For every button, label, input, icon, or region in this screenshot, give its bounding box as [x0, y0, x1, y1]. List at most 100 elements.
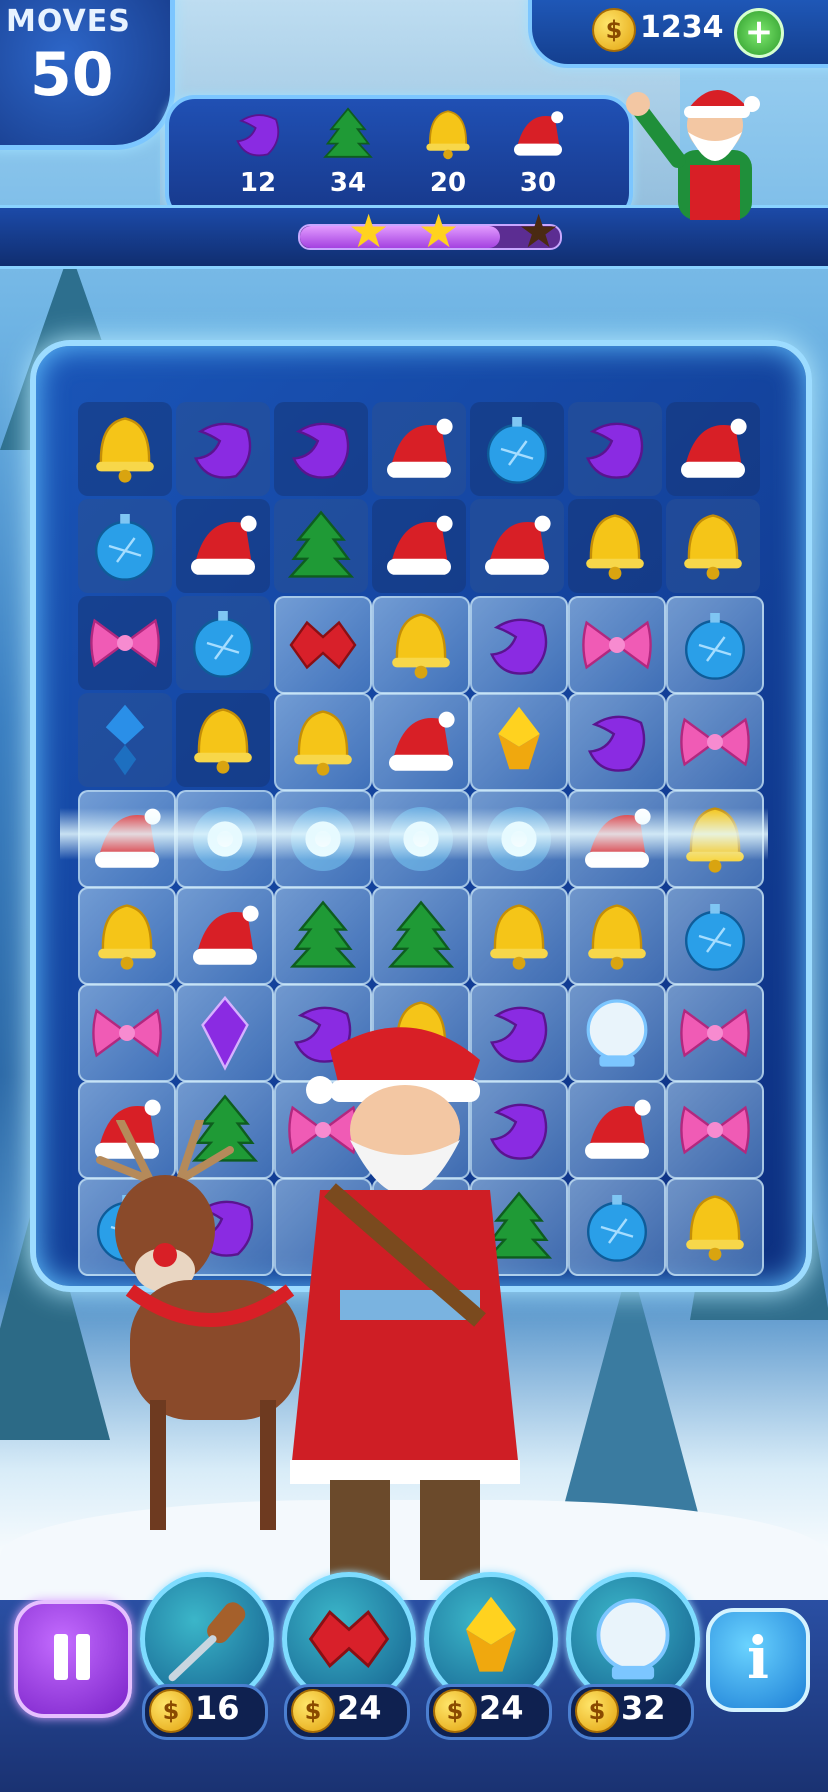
board-cell[interactable]: [176, 984, 274, 1082]
board-cell[interactable]: [274, 693, 372, 791]
red-crystal-booster-icon: [308, 1609, 390, 1669]
board-cell[interactable]: [568, 596, 666, 694]
moon-gem-icon: [193, 422, 252, 479]
board-cell[interactable]: [470, 402, 564, 496]
hat-gem-icon: [387, 515, 453, 575]
ornament-gem-icon: [587, 1195, 647, 1262]
score-progress-fill: [300, 226, 500, 248]
santa-character: [290, 1027, 520, 1580]
pause-icon: [54, 1634, 68, 1680]
tree-gem-icon: [287, 510, 355, 578]
coin-icon: $: [592, 8, 636, 52]
board-cell[interactable]: [78, 984, 176, 1082]
bell-gem-icon: [684, 514, 742, 580]
board-cell[interactable]: [176, 402, 270, 496]
board-cell[interactable]: [372, 693, 470, 791]
board-cell[interactable]: [372, 402, 466, 496]
board-cell[interactable]: [568, 1178, 666, 1276]
bow-gem-icon: [92, 1008, 162, 1058]
board-cell[interactable]: [470, 693, 568, 791]
star-earned-icon: ★: [348, 204, 390, 258]
board-cell[interactable]: [568, 1081, 666, 1179]
board-cell[interactable]: [568, 984, 666, 1082]
star-earned-icon: ★: [418, 204, 460, 258]
bow-gem-icon: [582, 620, 652, 670]
redcrystal-gem-icon: [289, 620, 357, 670]
bow-gem-icon: [90, 618, 160, 668]
goal-count: 34: [329, 168, 367, 198]
purplecrystal-gem-icon: [201, 995, 249, 1071]
booster-price: $32: [568, 1684, 694, 1740]
board-cell[interactable]: [78, 402, 172, 496]
bell-gem-icon: [686, 1195, 744, 1261]
board-cell[interactable]: [568, 693, 666, 791]
pause-button[interactable]: [14, 1600, 132, 1718]
star-empty-icon: ★: [518, 204, 560, 258]
board-cell[interactable]: [470, 499, 564, 593]
board-cell[interactable]: [372, 887, 470, 985]
bow-gem-icon: [680, 717, 750, 767]
board-cell[interactable]: [176, 499, 270, 593]
moves-value: 50: [30, 40, 114, 110]
bell-gem-icon: [194, 708, 252, 774]
bell-gem-icon: [294, 710, 352, 776]
board-cell[interactable]: [568, 887, 666, 985]
yellow-crystal-booster-icon: [466, 1596, 516, 1672]
board-cell[interactable]: [470, 596, 568, 694]
ornament-gem-icon: [193, 611, 253, 678]
board-cell[interactable]: [372, 499, 466, 593]
board-cell[interactable]: [176, 596, 270, 690]
moon-gem-icon: [585, 422, 644, 479]
goal-item: 30: [508, 104, 568, 198]
board-cell[interactable]: [666, 1178, 764, 1276]
board-cell[interactable]: [666, 693, 764, 791]
board-cell[interactable]: [176, 887, 274, 985]
goal-count: 12: [239, 168, 277, 198]
board-cell[interactable]: [78, 887, 176, 985]
booster-price-value: 16: [195, 1689, 240, 1727]
bluecrystal-gem-icon: [105, 704, 145, 776]
bell-gem-icon: [392, 613, 450, 679]
info-button[interactable]: i: [706, 1608, 810, 1712]
booster-price-value: 32: [621, 1689, 666, 1727]
board-cell[interactable]: [666, 596, 764, 694]
board-cell[interactable]: [666, 1081, 764, 1179]
bow-gem-icon: [680, 1105, 750, 1155]
booster-price: $16: [142, 1684, 268, 1740]
board-cell[interactable]: [666, 887, 764, 985]
goal-item: 12: [228, 104, 288, 198]
board-cell[interactable]: [274, 887, 372, 985]
board-cell[interactable]: [666, 984, 764, 1082]
booster-price: $24: [426, 1684, 552, 1740]
hat-gem-icon: [387, 418, 453, 478]
board-cell[interactable]: [568, 402, 662, 496]
goal-item: 34: [318, 104, 378, 198]
board-cell[interactable]: [666, 402, 760, 496]
board-cell[interactable]: [666, 499, 760, 593]
board-cell[interactable]: [78, 499, 172, 593]
board-cell[interactable]: [568, 499, 662, 593]
pause-icon: [76, 1634, 90, 1680]
board-cell[interactable]: [274, 402, 368, 496]
bow-gem-icon: [680, 1008, 750, 1058]
hat-gem-icon: [389, 711, 455, 771]
bell-gem-icon: [588, 904, 646, 970]
board-cell[interactable]: [274, 499, 368, 593]
board-cell[interactable]: [470, 887, 568, 985]
purple-moon-gem-icon: [236, 114, 280, 157]
moon-gem-icon: [489, 618, 548, 675]
board-cell[interactable]: [176, 693, 270, 787]
background-tree: [560, 1260, 700, 1520]
hat-gem-icon: [193, 905, 259, 965]
line-blast-effect: [60, 808, 768, 860]
screwdriver-booster-icon: [168, 1602, 246, 1682]
board-cell[interactable]: [78, 693, 172, 787]
coin-icon: $: [291, 1689, 335, 1733]
board-cell[interactable]: [372, 596, 470, 694]
board-cell[interactable]: [78, 596, 172, 690]
coin-icon: $: [433, 1689, 477, 1733]
moon-gem-icon: [291, 422, 350, 479]
buy-coins-button[interactable]: +: [734, 8, 784, 58]
hat-gem-icon: [191, 515, 257, 575]
board-cell[interactable]: [274, 596, 372, 694]
